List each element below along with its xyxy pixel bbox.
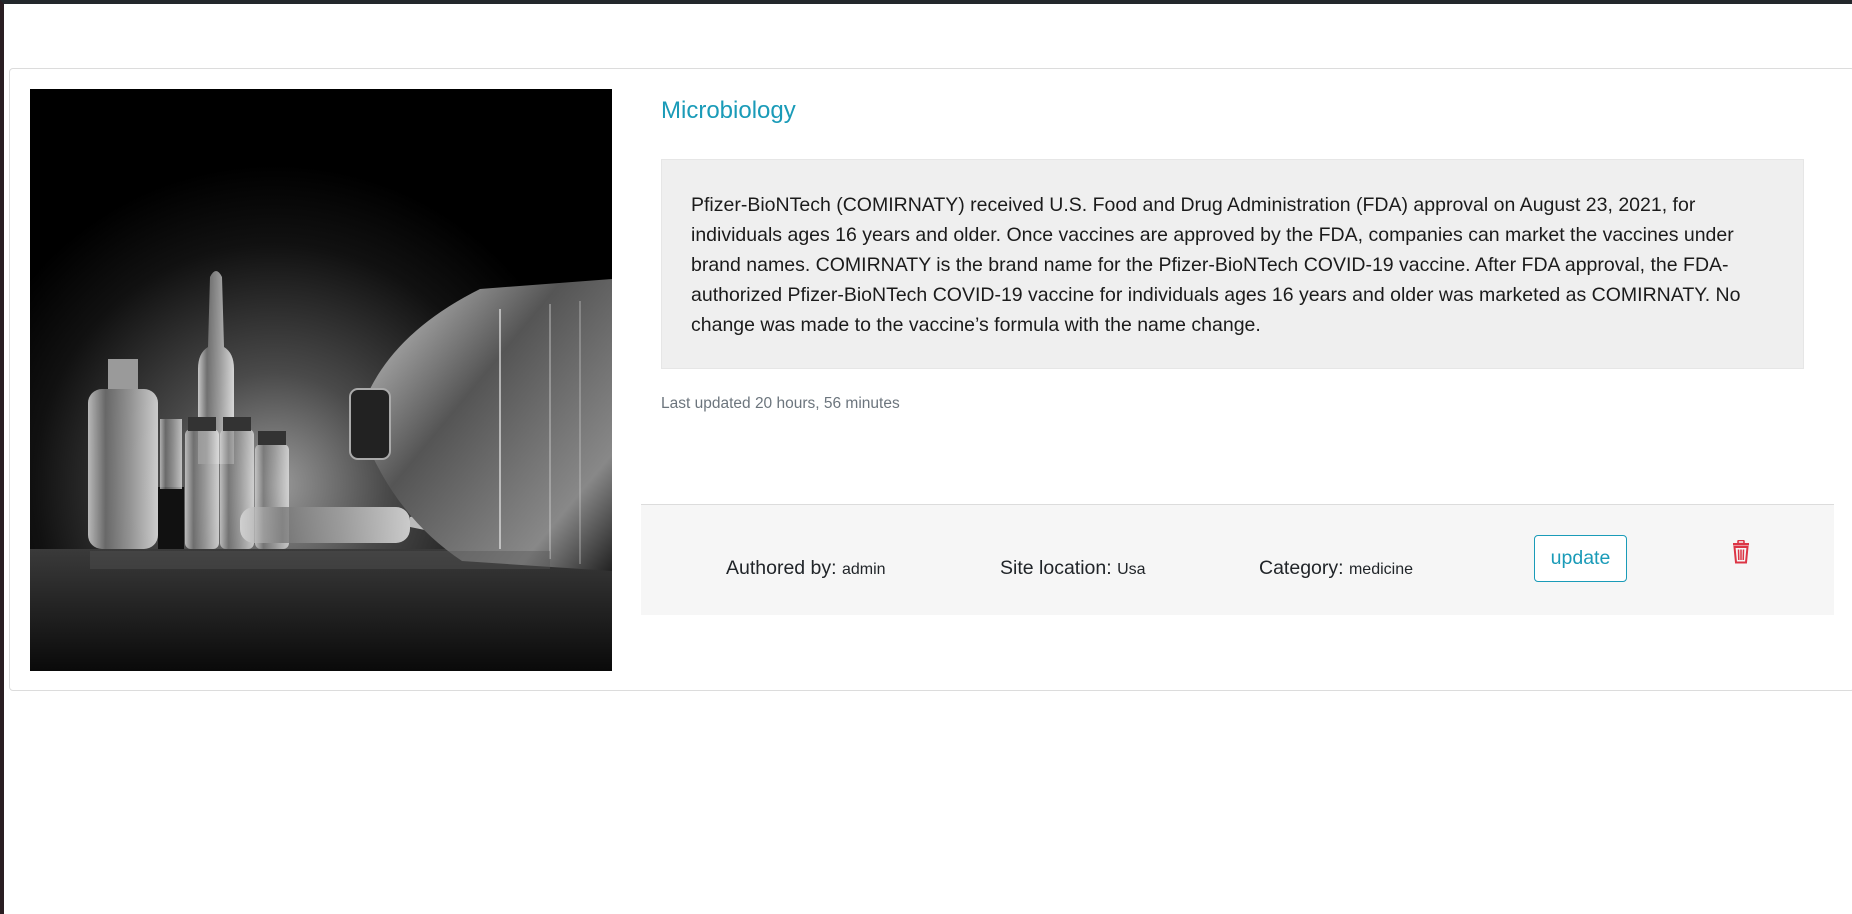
author-meta: Authored by: admin	[726, 557, 886, 580]
post-description-text: Pfizer-BioNTech (COMIRNATY) received U.S…	[691, 194, 1741, 336]
trash-icon[interactable]	[1731, 539, 1751, 564]
post-card: Microbiology Pfizer-BioNTech (COMIRNATY)…	[9, 68, 1852, 691]
post-footer: Authored by: admin Site location: Usa Ca…	[641, 504, 1834, 615]
location-label: Site location:	[1000, 557, 1112, 579]
author-value: admin	[842, 561, 886, 578]
author-label: Authored by:	[726, 557, 837, 579]
location-meta: Site location: Usa	[1000, 557, 1146, 580]
category-value: medicine	[1348, 561, 1413, 578]
category-meta: Category: medicine	[1259, 557, 1413, 580]
post-image	[30, 89, 612, 671]
category-label: Category:	[1259, 557, 1344, 579]
page-frame: Microbiology Pfizer-BioNTech (COMIRNATY)…	[0, 0, 1852, 914]
last-updated-text: Last updated 20 hours, 56 minutes	[661, 395, 900, 412]
post-description: Pfizer-BioNTech (COMIRNATY) received U.S…	[661, 159, 1804, 369]
update-button[interactable]: update	[1534, 535, 1627, 582]
vaccine-vials-photo	[30, 89, 612, 671]
location-value: Usa	[1117, 561, 1146, 578]
post-title: Microbiology	[661, 97, 796, 124]
